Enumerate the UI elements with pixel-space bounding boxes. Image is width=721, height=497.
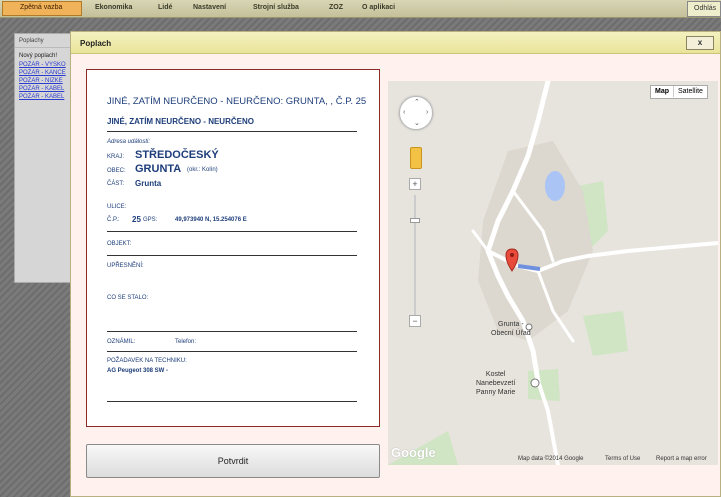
close-button[interactable]: x <box>686 36 714 50</box>
pan-right-icon[interactable]: › <box>426 109 428 116</box>
cast-label: ČÁST: <box>107 181 125 187</box>
dialog-header: Poplach x <box>71 32 720 54</box>
alarms-panel: Poplachy Nový poplach! POŽÁR - VÝŠKO POŽ… <box>14 33 72 283</box>
terms-of-use-link[interactable]: Terms of Use <box>605 456 640 462</box>
pan-left-icon[interactable]: ‹ <box>403 109 405 116</box>
ulice-label: ULICE: <box>107 204 127 210</box>
map-type-map[interactable]: Map <box>651 86 674 97</box>
technika-value: AG Peugeot 308 SW - <box>107 368 169 374</box>
google-logo: Google <box>391 445 436 460</box>
map-canvas <box>388 81 718 465</box>
feedback-button[interactable]: Zpětná vazba <box>2 1 82 16</box>
objekt-label: OBJEKT: <box>107 241 132 247</box>
divider <box>107 351 357 352</box>
alarm-dialog: Poplach x JINÉ, ZATÍM NEURČENO - NEURČEN… <box>70 31 721 497</box>
alarm-title: JINÉ, ZATÍM NEURČENO - NEURČENO: GRUNTA,… <box>107 96 367 107</box>
alarm-link[interactable]: POŽÁR - KABEL <box>15 93 71 101</box>
zoom-in-button[interactable]: + <box>409 178 421 190</box>
gps-value: 49,973940 N, 15.254076 E <box>175 217 247 223</box>
oznamil-label: OZNÁMIL: <box>107 339 136 345</box>
divider <box>107 331 357 332</box>
okres-value: (okr.: Kolín) <box>187 167 218 173</box>
menu-item-zoz[interactable]: ZOZ <box>329 4 343 11</box>
alarm-link[interactable]: POŽÁR - KABEL <box>15 85 71 93</box>
upresneni-label: UPŘESNĚNÍ: <box>107 263 144 269</box>
new-alarm-label: Nový poplach! <box>19 53 58 59</box>
gps-label: GPS: <box>143 217 158 223</box>
top-menu-bar: Zpětná vazba Ekonomika Lidé Nastavení St… <box>0 0 721 18</box>
report-map-error-link[interactable]: Report a map error <box>656 456 707 462</box>
map-view[interactable]: Map Satellite ⌃ ⌄ ‹ › + − Grunta - Obecní… <box>388 81 718 465</box>
map-data-attribution: Map data ©2014 Google <box>518 456 584 462</box>
divider <box>107 401 357 402</box>
alarm-link[interactable]: POŽÁR - VÝŠKO <box>15 61 71 69</box>
address-label: Adresa události: <box>107 139 151 145</box>
menu-item-o-aplikaci[interactable]: O aplikaci <box>362 4 395 11</box>
menu-item-lide[interactable]: Lidé <box>158 4 172 11</box>
alarms-panel-title: Poplachy <box>15 34 71 48</box>
map-type-satellite[interactable]: Satellite <box>674 86 707 97</box>
alarm-link[interactable]: POŽÁR - KANCE <box>15 69 71 77</box>
kraj-label: KRAJ: <box>107 154 125 160</box>
cast-value: Grunta <box>135 179 162 188</box>
co-se-stalo-label: CO SE STALO: <box>107 295 149 301</box>
menu-item-nastaveni[interactable]: Nastavení <box>193 4 226 11</box>
poi-label-kostel: Kostel Nanebevzetí Panny Marie <box>476 371 516 396</box>
logout-button[interactable]: Odhlás <box>687 1 721 17</box>
divider <box>107 131 357 132</box>
divider <box>107 231 357 232</box>
pan-up-icon[interactable]: ⌃ <box>414 98 420 106</box>
zoom-slider-handle[interactable] <box>410 218 420 223</box>
cp-label: Č.P.: <box>107 217 120 223</box>
pan-down-icon[interactable]: ⌄ <box>414 119 420 127</box>
obec-value: GRUNTA <box>135 163 182 175</box>
zoom-out-button[interactable]: − <box>409 315 421 327</box>
pan-control[interactable]: ⌃ ⌄ ‹ › <box>399 96 433 130</box>
divider <box>107 255 357 256</box>
map-type-switch[interactable]: Map Satellite <box>650 85 708 99</box>
street-view-pegman-icon[interactable] <box>410 147 422 169</box>
alarm-subtitle: JINÉ, ZATÍM NEURČENO - NEURČENO <box>107 117 254 126</box>
kraj-value: STŘEDOČESKÝ <box>135 149 219 161</box>
alarm-details-card: JINÉ, ZATÍM NEURČENO - NEURČENO: GRUNTA,… <box>86 69 380 427</box>
alarm-link[interactable]: POŽÁR - NÍZKÉ <box>15 77 71 85</box>
zoom-slider-track[interactable] <box>414 195 416 316</box>
dialog-title: Poplach <box>80 39 112 48</box>
confirm-button[interactable]: Potvrdit <box>86 444 380 478</box>
technika-label: POŽADAVEK NA TECHNIKU: <box>107 358 187 364</box>
cp-value: 25 <box>132 215 141 224</box>
poi-label-obecni-urad: Grunta - Obecní Úřad <box>491 321 531 337</box>
telefon-label: Telefon: <box>175 339 197 345</box>
obec-label: OBEC: <box>107 168 126 174</box>
menu-item-strojni-sluzba[interactable]: Strojní služba <box>253 4 299 11</box>
menu-item-ekonomika[interactable]: Ekonomika <box>95 4 132 11</box>
